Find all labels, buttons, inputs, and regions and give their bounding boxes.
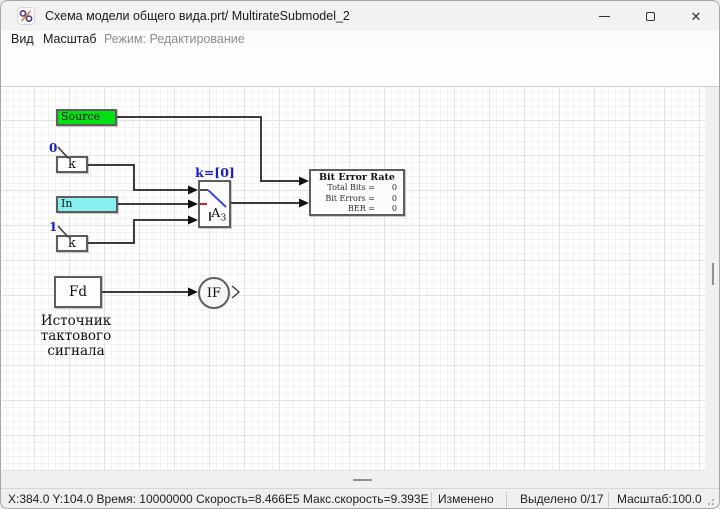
- horizontal-scrollbar-thumb[interactable]: [353, 479, 372, 481]
- vertical-scrollbar-thumb[interactable]: [712, 263, 714, 285]
- minimize-icon: [599, 16, 610, 17]
- toolbar: s 0 - Автоматика: [1, 49, 719, 87]
- status-divider: [506, 492, 507, 507]
- titlebar[interactable]: Схема модели общего вида.prt/ MultirateS…: [1, 1, 719, 31]
- minimize-button[interactable]: [581, 1, 627, 31]
- status-divider: [431, 492, 432, 507]
- status-modified: Изменено: [438, 489, 494, 509]
- switch-condition-label: k=[0]: [186, 165, 244, 180]
- app-window: Схема модели общего вида.prt/ MultirateS…: [0, 0, 720, 509]
- status-info: X:384.0 Y:104.0 Время: 10000000 Скорость…: [8, 489, 429, 509]
- maximize-button[interactable]: [627, 1, 673, 31]
- close-button[interactable]: ✕: [673, 1, 719, 31]
- clock-source-caption: Источник тактового сигнала: [6, 314, 146, 359]
- maximize-icon: [646, 12, 655, 21]
- horizontal-scrollbar[interactable]: [1, 471, 720, 488]
- window-title: Схема модели общего вида.prt/ MultirateS…: [45, 1, 350, 31]
- menu-scale[interactable]: Масштаб: [43, 31, 96, 49]
- statusbar: X:384.0 Y:104.0 Время: 10000000 Скорость…: [1, 488, 719, 509]
- vertical-scrollbar[interactable]: [705, 87, 720, 471]
- menu-view[interactable]: Вид: [11, 31, 34, 49]
- status-scale: Масштаб:100.0: [617, 489, 702, 509]
- status-divider: [608, 492, 609, 507]
- switch-inner-label: А3: [211, 205, 226, 224]
- gain-index-label: 1: [49, 220, 57, 234]
- wires-layer: [2, 87, 705, 471]
- status-selected: Выделено 0/17: [520, 489, 604, 509]
- gain-index-label: 0: [49, 141, 57, 155]
- app-logo-icon: [17, 7, 35, 25]
- close-icon: ✕: [691, 10, 702, 23]
- schematic-canvas[interactable]: Source 0 k In 1 k k=[0] А3 Bit Error Rat…: [2, 87, 705, 471]
- menubar: Вид Масштаб Режим: Редактирование: [1, 31, 719, 49]
- resize-grip[interactable]: [705, 496, 715, 506]
- mode-label: Режим: Редактирование: [104, 31, 245, 49]
